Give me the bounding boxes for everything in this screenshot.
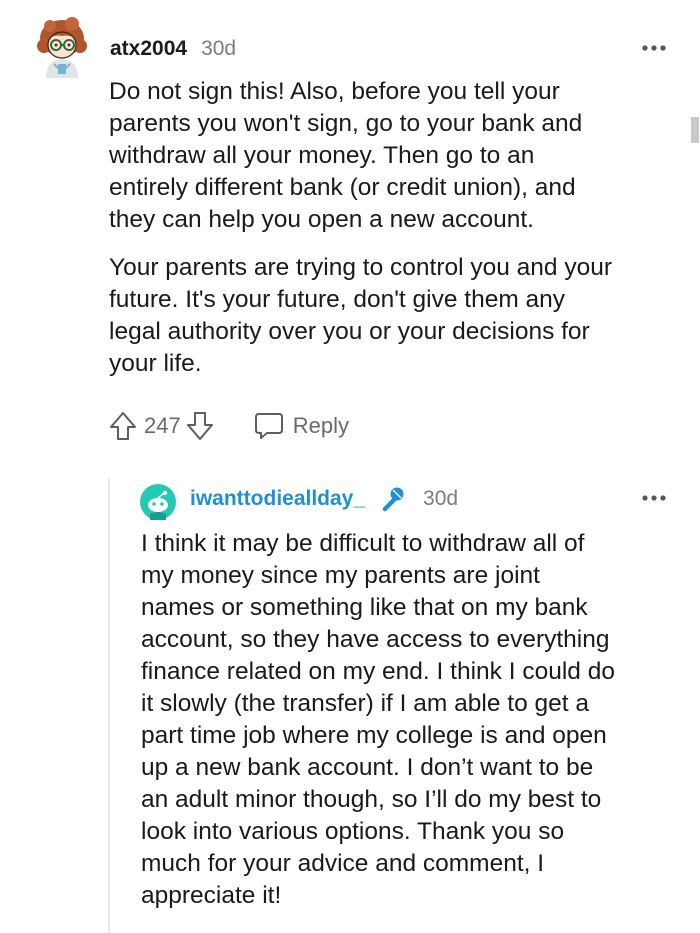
reply-avatar[interactable] xyxy=(140,484,176,520)
reply-body: I think it may be difficult to withdraw … xyxy=(141,528,681,912)
reply-username[interactable]: iwanttodieallday_ xyxy=(190,487,365,511)
comment-username[interactable]: atx2004 xyxy=(110,37,187,61)
downvote-arrow-icon[interactable] xyxy=(185,410,215,442)
comment-body: Do not sign this! Also, before you tell … xyxy=(109,76,679,380)
comment-paragraph: Your parents are trying to control you a… xyxy=(109,254,613,377)
speech-bubble-icon xyxy=(253,411,285,441)
vote-count: 247 xyxy=(144,413,181,438)
avatar-illustration-icon xyxy=(37,17,87,78)
upvote-arrow-icon[interactable] xyxy=(108,410,138,442)
scrollbar-thumb[interactable] xyxy=(691,117,699,143)
snoo-avatar-icon xyxy=(140,484,176,520)
comment-age: 30d xyxy=(201,37,237,60)
more-options-icon[interactable] xyxy=(640,490,668,506)
comment-paragraph: Do not sign this! Also, before you tell … xyxy=(109,78,583,233)
reply-meta: iwanttodieallday_ 30d xyxy=(190,484,458,514)
comment-meta: atx2004 30d xyxy=(110,34,236,64)
reply-label: Reply xyxy=(292,413,349,438)
reply-paragraph: I think it may be difficult to withdraw … xyxy=(141,530,615,909)
user-avatar[interactable] xyxy=(36,16,92,78)
more-options-icon[interactable] xyxy=(640,40,668,56)
reply-button[interactable]: Reply xyxy=(253,411,349,441)
reply-age: 30d xyxy=(423,487,459,510)
comment-actions: 247 Reply xyxy=(108,406,349,446)
microphone-icon xyxy=(377,484,407,514)
comment: atx2004 30d Do not sign this! Also, befo… xyxy=(0,0,700,933)
thread-line[interactable] xyxy=(108,478,110,933)
